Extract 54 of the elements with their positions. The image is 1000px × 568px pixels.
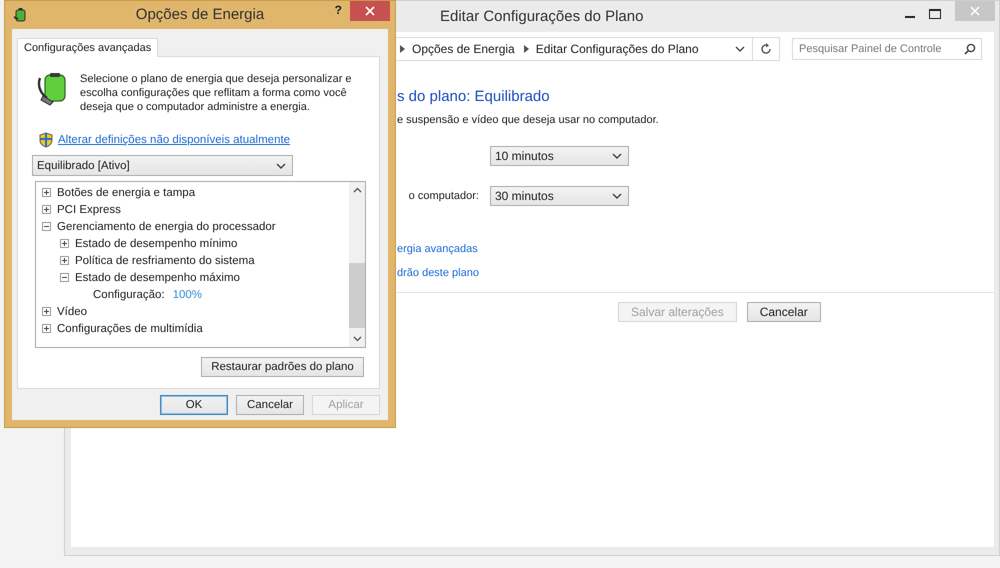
chevron-up-icon[interactable] bbox=[352, 187, 362, 193]
help-button[interactable]: ? bbox=[326, 3, 350, 17]
tree-item[interactable]: Política de resfriamento do sistema bbox=[75, 254, 255, 266]
chevron-right-icon bbox=[400, 45, 405, 53]
setting-label: Configuração: bbox=[93, 288, 165, 300]
chevron-down-icon bbox=[612, 153, 622, 159]
setting-label: o computador: bbox=[408, 190, 479, 202]
maximize-icon[interactable] bbox=[929, 9, 941, 19]
collapse-icon[interactable] bbox=[42, 222, 51, 231]
breadcrumb-item[interactable]: Opções de Energia bbox=[412, 42, 515, 56]
breadcrumb-item[interactable]: Editar Configurações do Plano bbox=[536, 42, 699, 56]
tree-item[interactable]: Botões de energia e tampa bbox=[57, 186, 196, 198]
expand-icon[interactable] bbox=[60, 256, 69, 265]
expand-icon[interactable] bbox=[60, 239, 69, 248]
expand-icon[interactable] bbox=[42, 324, 51, 333]
tree-item[interactable]: Estado de desempenho mínimo bbox=[75, 238, 238, 250]
collapse-icon[interactable] bbox=[60, 273, 69, 282]
scrollbar[interactable] bbox=[349, 182, 365, 347]
tree-item[interactable]: Gerenciamento de energia do processador bbox=[57, 220, 276, 232]
close-button[interactable] bbox=[350, 1, 390, 21]
search-field[interactable]: Pesquisar Painel de Controle bbox=[792, 38, 982, 60]
tree-item[interactable]: PCI Express bbox=[57, 204, 121, 216]
chevron-down-icon[interactable] bbox=[352, 336, 362, 342]
tree-item[interactable]: Estado de desempenho máximo bbox=[75, 272, 240, 284]
dialog-title: Opções de Energia bbox=[136, 6, 264, 23]
expand-icon[interactable] bbox=[42, 205, 51, 214]
chevron-right-icon bbox=[524, 45, 529, 53]
tree-item[interactable]: Configurações de multimídia bbox=[57, 322, 203, 334]
dialog-button[interactable]: Cancelar bbox=[236, 395, 304, 415]
refresh-icon[interactable] bbox=[760, 43, 772, 55]
restore-defaults-button[interactable]: Restaurar padrões do plano bbox=[201, 357, 364, 377]
page-heading: s do plano: Equilibrado bbox=[397, 88, 551, 105]
window-title: Editar Configurações do Plano bbox=[440, 8, 644, 25]
scrollbar-thumb[interactable] bbox=[349, 263, 365, 328]
settings-link[interactable]: ergia avançadas bbox=[397, 243, 994, 255]
time-dropdown[interactable]: 10 minutos bbox=[490, 146, 629, 166]
search-icon[interactable] bbox=[964, 43, 976, 55]
tree-item[interactable]: Vídeo bbox=[57, 306, 88, 318]
dialog-button[interactable]: Cancelar bbox=[746, 302, 821, 322]
shield-icon bbox=[39, 132, 53, 148]
tab[interactable]: Configurações avançadas bbox=[17, 38, 158, 57]
time-dropdown[interactable]: 30 minutos bbox=[490, 186, 629, 206]
chevron-down-icon bbox=[276, 162, 286, 168]
settings-link[interactable]: drão deste plano bbox=[397, 267, 994, 279]
admin-link[interactable]: Alterar definições não disponíveis atualmente bbox=[58, 134, 290, 146]
description-text: Selecione o plano de energia que deseja personalizar e escolha configurações que reflitam a forma como você deseja que o computador administre a energia. bbox=[80, 72, 353, 114]
expand-icon[interactable] bbox=[42, 307, 51, 316]
close-icon[interactable] bbox=[365, 6, 375, 16]
page-subtitle: e suspensão e vídeo que deseja usar no computador. bbox=[397, 114, 660, 126]
dialog-button[interactable]: OK bbox=[160, 395, 228, 415]
expand-icon[interactable] bbox=[42, 188, 51, 197]
plan-dropdown[interactable]: Equilibrado [Ativo] bbox=[32, 155, 293, 176]
chevron-down-icon bbox=[612, 193, 622, 199]
chevron-down-icon[interactable] bbox=[735, 46, 745, 52]
